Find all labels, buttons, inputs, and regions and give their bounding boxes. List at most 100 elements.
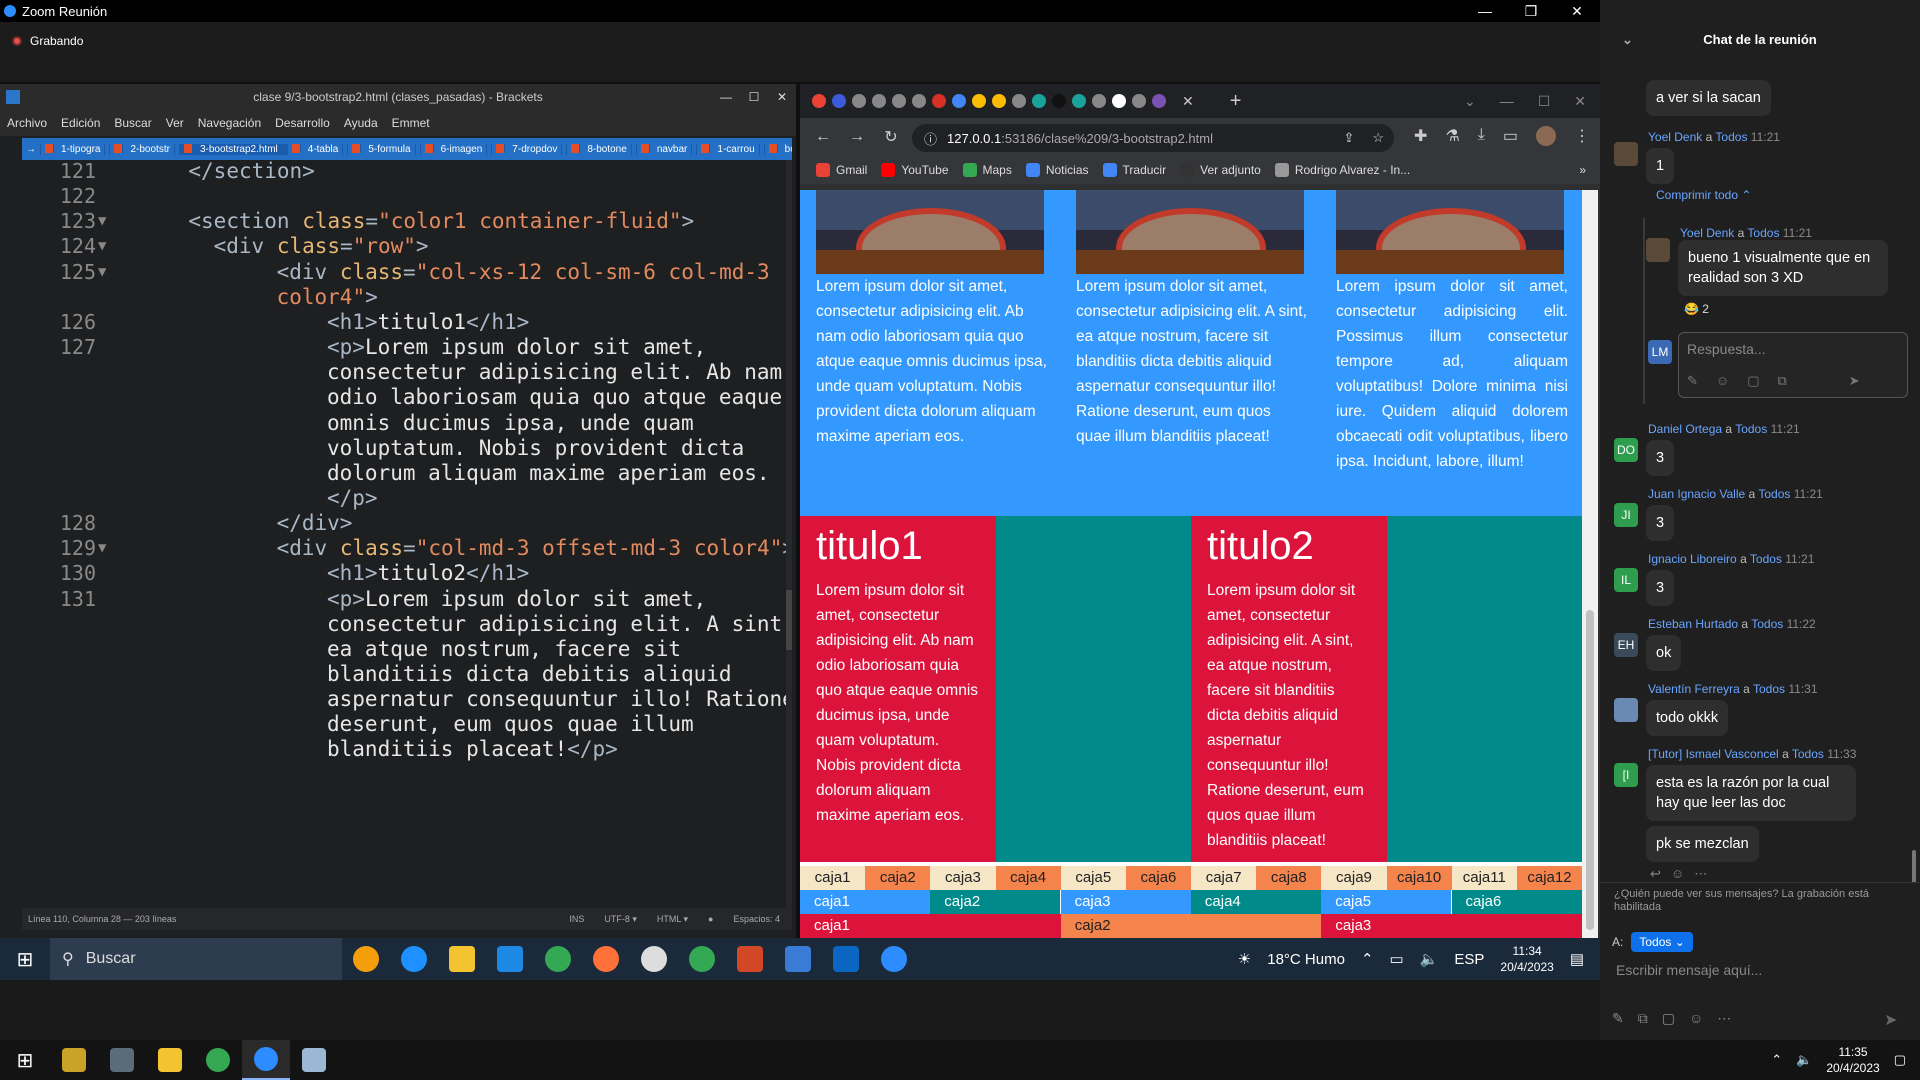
menu-item[interactable]: Emmet <box>385 116 437 130</box>
tab-icon[interactable] <box>1012 94 1026 108</box>
tab-icon[interactable] <box>1032 94 1046 108</box>
sender-name[interactable]: Esteban Hurtado <box>1648 617 1738 631</box>
tab-icon[interactable] <box>852 94 866 108</box>
bookmark-star-icon[interactable]: ☆ <box>1372 130 1384 146</box>
recipient-target[interactable]: Todos <box>1758 487 1790 501</box>
menu-item[interactable]: Ayuda <box>337 116 385 130</box>
chevron-down-icon[interactable]: ⌄ <box>1622 32 1633 48</box>
download-icon[interactable]: ⤓ <box>1478 126 1485 146</box>
message-bubble[interactable]: 1 <box>1646 148 1675 184</box>
extensions-icon[interactable]: ✚ <box>1414 126 1427 146</box>
taskbar-search[interactable]: ⚲ Buscar <box>50 938 342 980</box>
sender-name[interactable]: Valentín Ferreyra <box>1648 682 1740 696</box>
notifications-icon[interactable]: ▤ <box>1570 950 1584 968</box>
taskbar-app[interactable] <box>630 938 678 980</box>
flask-icon[interactable]: ⚗ <box>1445 126 1459 146</box>
menu-icon[interactable]: ⋮ <box>1574 126 1590 146</box>
recipient-target[interactable]: Todos <box>1750 552 1782 566</box>
taskbar-app[interactable] <box>50 1040 98 1080</box>
file-tab[interactable]: 6-imagen <box>421 143 493 155</box>
screenshot-icon[interactable]: ⧉ <box>1777 373 1786 389</box>
file-tab[interactable]: 7-dropdov <box>492 143 568 155</box>
menu-item[interactable]: Desarrollo <box>268 116 337 130</box>
forward-icon[interactable]: → <box>840 128 874 146</box>
taskbar-app[interactable] <box>390 938 438 980</box>
screenshot-icon[interactable]: ⧉ <box>1638 1010 1648 1027</box>
file-tab[interactable]: bootst <box>765 143 792 155</box>
send-icon[interactable]: ➤ <box>1884 1010 1897 1030</box>
taskbar-app[interactable] <box>774 938 822 980</box>
message-bubble[interactable]: todo okkk <box>1646 700 1729 736</box>
emoji-icon[interactable]: ☺ <box>1716 373 1729 389</box>
sender-name[interactable]: Juan Ignacio Valle <box>1648 487 1745 501</box>
battery-icon[interactable]: ▭ <box>1390 950 1404 968</box>
taskbar-app[interactable] <box>194 1040 242 1080</box>
recipient-target[interactable]: Todos <box>1735 422 1767 436</box>
chevron-up-icon[interactable]: ⌃ <box>1771 1052 1782 1068</box>
bookmark[interactable]: Rodrigo Alvarez - In... <box>1274 163 1410 177</box>
recipient-target[interactable]: Todos <box>1715 130 1747 144</box>
sender-name[interactable]: Yoel Denk <box>1680 226 1734 240</box>
scroll-thumb[interactable] <box>786 590 792 650</box>
file-tab[interactable]: 1-tipogra <box>41 143 111 155</box>
tab-icon[interactable] <box>992 94 1006 108</box>
weather-label[interactable]: 18°C Humo <box>1267 951 1345 968</box>
thread-reply-input[interactable]: Respuesta... ✎ ☺ ▢ ⧉ ➤ <box>1678 332 1908 398</box>
bookmark[interactable]: Gmail <box>816 163 867 177</box>
message-bubble[interactable]: pk se mezclan <box>1646 826 1759 862</box>
menu-item[interactable]: Edición <box>54 116 107 130</box>
bookmark[interactable]: Ver adjunto <box>1180 163 1261 177</box>
taskbar-app[interactable] <box>534 938 582 980</box>
message-bubble[interactable]: 3 <box>1646 440 1675 476</box>
maximize-icon[interactable]: ☐ <box>1538 93 1551 110</box>
fold-arrow-icon[interactable]: ▼ <box>98 533 106 564</box>
bookmark[interactable]: YouTube <box>881 163 949 177</box>
recipient-target[interactable]: Todos <box>1751 617 1783 631</box>
taskbar-app[interactable] <box>486 938 534 980</box>
ins-mode[interactable]: INS <box>569 914 584 925</box>
taskbar-app[interactable] <box>438 938 486 980</box>
fold-arrow-icon[interactable]: ▼ <box>98 257 106 288</box>
tab-icon[interactable] <box>952 94 966 108</box>
indent-spaces[interactable]: Espacios: 4 <box>733 914 780 925</box>
address-bar[interactable]: ⓘ 127.0.0.1:53186/clase%209/3-bootstrap2… <box>912 124 1394 152</box>
menu-item[interactable]: Archivo <box>0 116 54 130</box>
format-icon[interactable]: ✎ <box>1687 373 1698 389</box>
message-bubble[interactable]: a ver si la sacan <box>1646 80 1771 116</box>
taskbar-app-zoom[interactable] <box>242 1040 290 1080</box>
close-icon[interactable]: ✕ <box>768 84 796 110</box>
file-tab[interactable]: 3-bootstrap2.html <box>179 143 288 155</box>
bootstrap-tab-icon[interactable] <box>1152 94 1166 108</box>
taskbar-app[interactable] <box>582 938 630 980</box>
recipient-target[interactable]: Todos <box>1753 682 1785 696</box>
code-editor[interactable]: 121 </section> 122 123 ▼ <section class="colo… <box>22 160 792 908</box>
minimize-icon[interactable]: — <box>712 84 740 110</box>
language-label[interactable]: ESP <box>1454 951 1484 968</box>
close-icon[interactable]: ✕ <box>1574 93 1586 110</box>
menu-item[interactable]: Ver <box>159 116 191 130</box>
scroll-thumb[interactable] <box>1586 610 1594 930</box>
close-tab-icon[interactable]: ✕ <box>1182 93 1194 110</box>
file-tab[interactable]: 5-formula <box>348 143 421 155</box>
gmail-tab-icon[interactable] <box>812 94 826 108</box>
close-icon[interactable]: ✕ <box>1554 0 1600 22</box>
clock[interactable]: 11:34 20/4/2023 <box>1500 943 1553 975</box>
sender-name[interactable]: Daniel Ortega <box>1648 422 1722 436</box>
menu-item[interactable]: Navegación <box>191 116 268 130</box>
recipient-target[interactable]: Todos <box>1792 747 1824 761</box>
taskbar-app[interactable] <box>822 938 870 980</box>
share-icon[interactable]: ⇪ <box>1343 130 1354 146</box>
back-icon[interactable]: ← <box>806 128 840 146</box>
reload-icon[interactable]: ↻ <box>874 127 908 147</box>
format-icon[interactable]: ✎ <box>1612 1010 1624 1027</box>
sender-name[interactable]: Ignacio Liboreiro <box>1648 552 1737 566</box>
menu-item[interactable]: Buscar <box>107 116 158 130</box>
sender-name[interactable]: [Tutor] Ismael Vasconcel <box>1648 747 1779 761</box>
recording-indicator[interactable]: Grabando <box>12 34 83 48</box>
file-tab[interactable]: 4-tabla <box>288 143 349 155</box>
message-bubble[interactable]: 3 <box>1646 505 1675 541</box>
bookmark[interactable]: Noticias <box>1025 163 1089 177</box>
react-icon[interactable]: ☺ <box>1671 866 1684 882</box>
sender-name[interactable]: Yoel Denk <box>1648 130 1702 144</box>
more-bookmarks-icon[interactable]: » <box>1579 163 1600 177</box>
